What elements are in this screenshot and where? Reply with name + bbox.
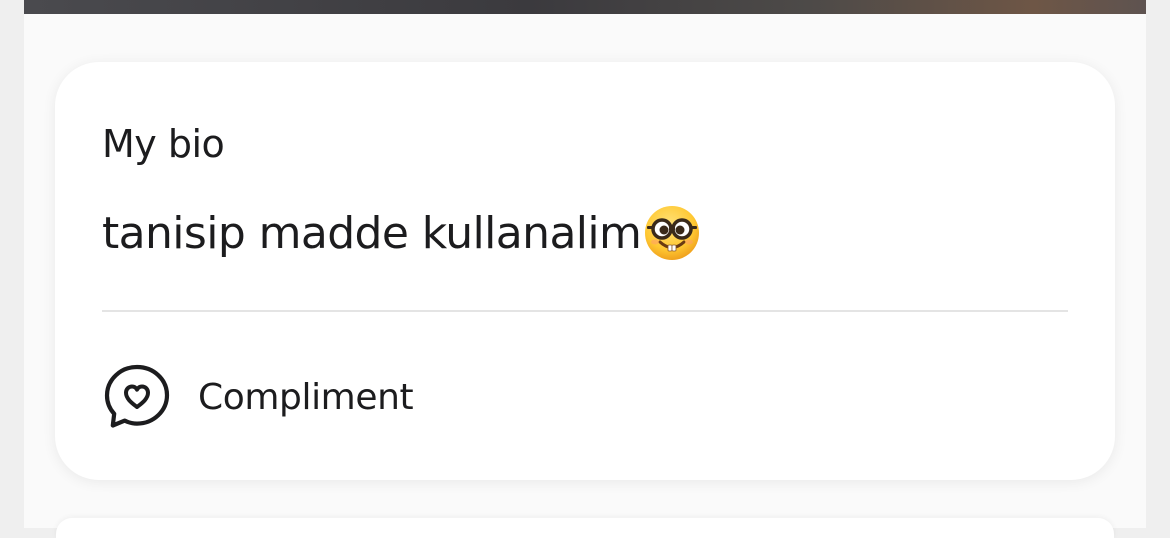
nerd-face-icon [643, 204, 701, 262]
bio-heading: My bio [102, 122, 225, 166]
next-card-edge [56, 518, 1114, 538]
heart-speech-bubble-icon [102, 362, 172, 432]
compliment-label: Compliment [198, 376, 414, 418]
profile-photo-edge[interactable] [24, 0, 1146, 14]
bio-text: tanisip madde kullanalim [102, 207, 642, 259]
compliment-button[interactable]: Compliment [102, 362, 414, 432]
bio-card: My bio tanisip madde kullanalim Complime… [55, 62, 1115, 480]
bio-text-row: tanisip madde kullanalim [102, 204, 701, 262]
divider [102, 310, 1068, 312]
